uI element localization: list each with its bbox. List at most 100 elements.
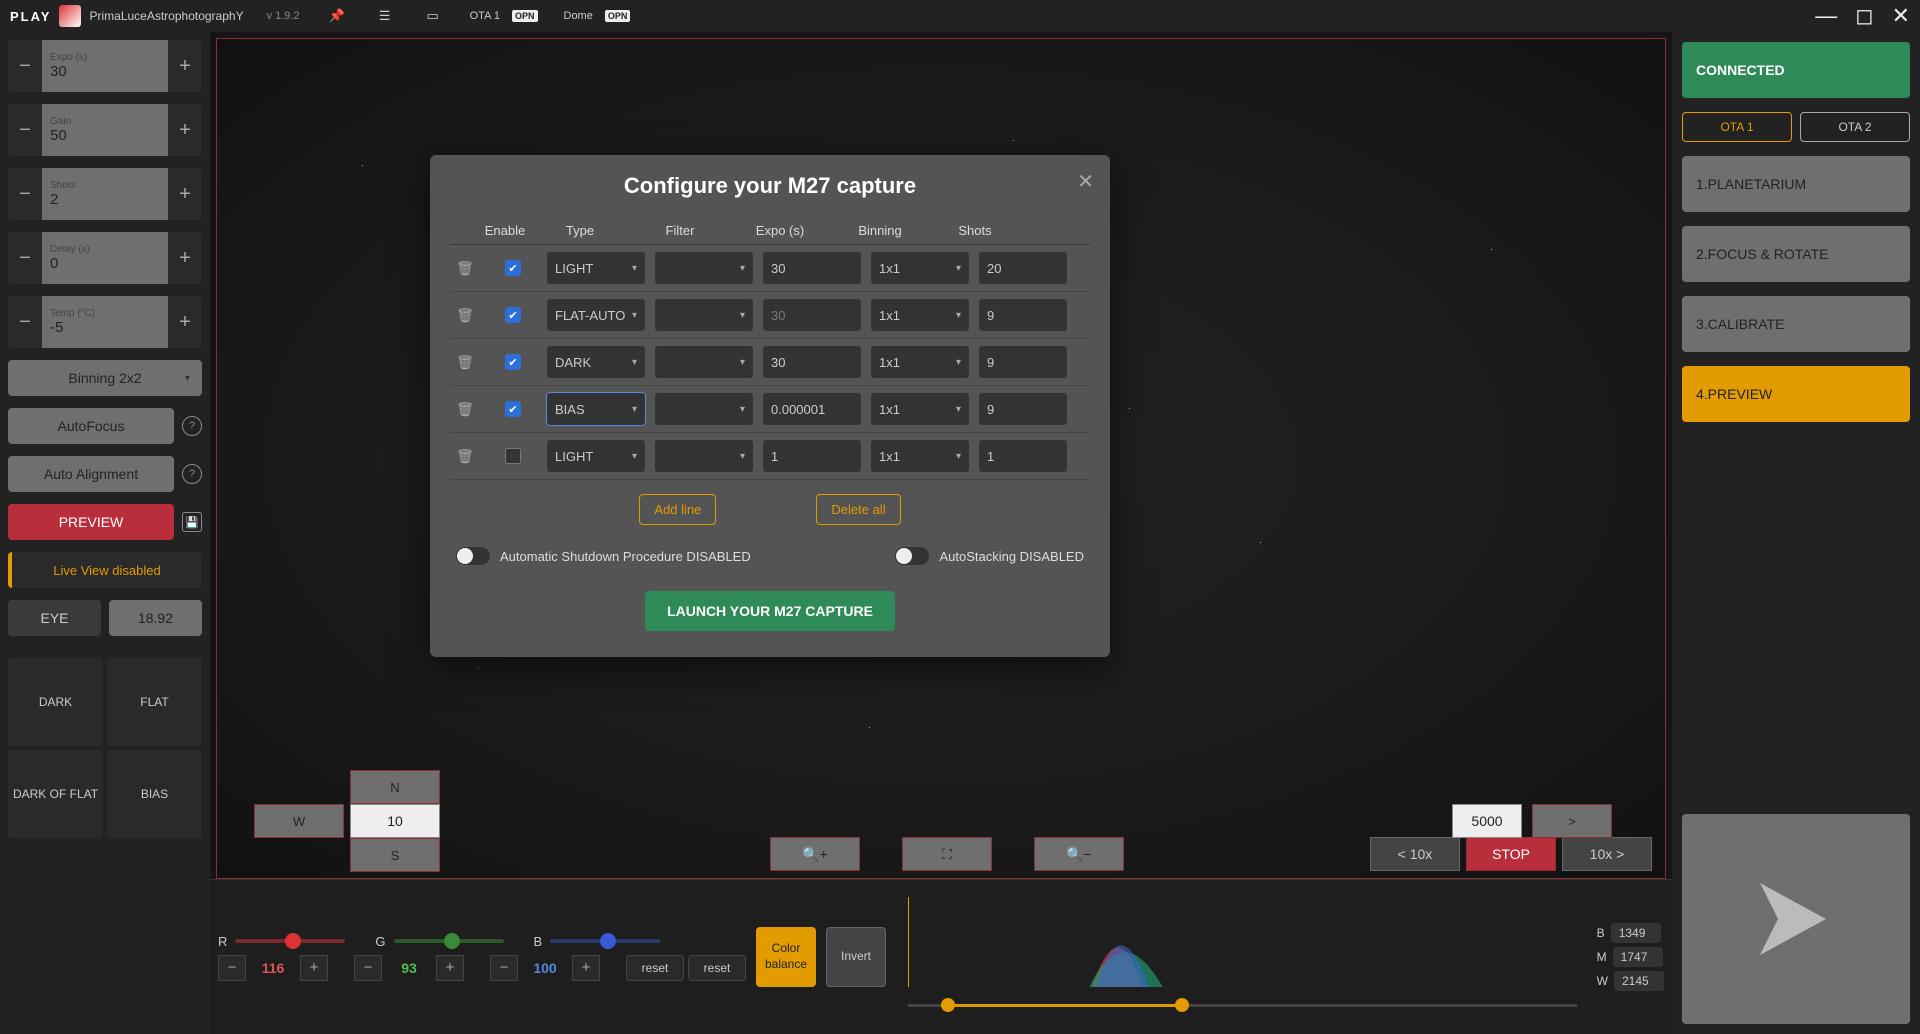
darkofflat-button[interactable]: DARK OF FLAT xyxy=(8,750,103,838)
connection-status[interactable]: CONNECTED xyxy=(1682,42,1910,98)
launch-capture-button[interactable]: LAUNCH YOUR M27 CAPTURE xyxy=(645,591,895,631)
nav-n[interactable]: N xyxy=(350,770,440,804)
settings-icon[interactable]: ☰ xyxy=(374,5,396,27)
zoom-in-icon[interactable]: 🔍+ xyxy=(770,837,860,871)
reset-all-button[interactable]: reset xyxy=(688,955,746,981)
expo-minus[interactable]: − xyxy=(8,40,42,92)
enable-checkbox[interactable]: ✔ xyxy=(505,307,521,323)
nav-w[interactable]: W xyxy=(254,804,344,838)
speed-value[interactable]: 5000 xyxy=(1452,804,1522,838)
expo-input[interactable]: 1 xyxy=(762,439,862,473)
card-icon[interactable]: ▭ xyxy=(422,5,444,27)
filter-select[interactable]: ▾ xyxy=(654,392,754,426)
nav-e[interactable]: > xyxy=(1532,804,1612,838)
g-minus[interactable]: − xyxy=(354,955,382,981)
delay-minus[interactable]: − xyxy=(8,232,42,284)
enable-checkbox[interactable] xyxy=(505,448,521,464)
enable-checkbox[interactable]: ✔ xyxy=(505,260,521,276)
gain-plus[interactable]: + xyxy=(168,104,202,156)
autostack-toggle[interactable] xyxy=(895,547,929,565)
tab-ota2[interactable]: OTA 2 xyxy=(1800,112,1910,142)
step-calibrate[interactable]: 3.CALIBRATE xyxy=(1682,296,1910,352)
nav-step-value[interactable]: 10 xyxy=(350,804,440,838)
fullscreen-icon[interactable]: ⛶ xyxy=(902,837,992,871)
bias-button[interactable]: BIAS xyxy=(107,750,202,838)
temp-minus[interactable]: − xyxy=(8,296,42,348)
liveview-toggle[interactable]: Live View disabled xyxy=(8,552,202,588)
step-planetarium[interactable]: 1.PLANETARIUM xyxy=(1682,156,1910,212)
shots-plus[interactable]: + xyxy=(168,168,202,220)
shots-input[interactable]: 9 xyxy=(978,392,1068,426)
filter-select[interactable]: ▾ xyxy=(654,251,754,285)
expo-value[interactable]: 30 xyxy=(50,63,160,80)
r-plus[interactable]: + xyxy=(300,955,328,981)
eye-value[interactable]: 18.92 xyxy=(109,600,202,636)
expo-input[interactable]: 30 xyxy=(762,345,862,379)
shots-input[interactable]: 9 xyxy=(978,345,1068,379)
speed-dec[interactable]: < 10x xyxy=(1370,837,1460,871)
trash-icon[interactable]: 🗑 xyxy=(456,260,474,277)
type-select[interactable]: FLAT-AUTO▾ xyxy=(546,298,646,332)
nav-s[interactable]: S xyxy=(350,838,440,872)
modal-close-icon[interactable]: ✕ xyxy=(1077,169,1094,194)
temp-value[interactable]: -5 xyxy=(50,319,160,336)
r-minus[interactable]: − xyxy=(218,955,246,981)
enable-checkbox[interactable]: ✔ xyxy=(505,401,521,417)
b-slider[interactable] xyxy=(550,939,660,943)
tab-ota1[interactable]: OTA 1 xyxy=(1682,112,1792,142)
g-plus[interactable]: + xyxy=(436,955,464,981)
binning-select[interactable]: Binning 2x2▾ xyxy=(8,360,202,396)
type-select[interactable]: BIAS▾ xyxy=(546,392,646,426)
color-balance-button[interactable]: Color balance xyxy=(756,927,816,987)
help-icon[interactable]: ? xyxy=(182,464,202,484)
shots-minus[interactable]: − xyxy=(8,168,42,220)
maximize-icon[interactable]: ◻ xyxy=(1855,3,1873,29)
speed-inc[interactable]: 10x > xyxy=(1562,837,1652,871)
step-focus[interactable]: 2.FOCUS & ROTATE xyxy=(1682,226,1910,282)
help-icon[interactable]: ? xyxy=(182,416,202,436)
expo-plus[interactable]: + xyxy=(168,40,202,92)
stop-button[interactable]: STOP xyxy=(1466,837,1556,871)
filter-select[interactable]: ▾ xyxy=(654,345,754,379)
binning-select[interactable]: 1x1▾ xyxy=(870,439,970,473)
expo-input[interactable]: 0.000001 xyxy=(762,392,862,426)
temp-plus[interactable]: + xyxy=(168,296,202,348)
pin-icon[interactable]: 📌 xyxy=(326,5,348,27)
shots-input[interactable]: 1 xyxy=(978,439,1068,473)
filter-select[interactable]: ▾ xyxy=(654,439,754,473)
filter-select[interactable]: ▾ xyxy=(654,298,754,332)
shots-input[interactable]: 9 xyxy=(978,298,1068,332)
close-window-icon[interactable]: ✕ xyxy=(1892,3,1910,29)
type-select[interactable]: DARK▾ xyxy=(546,345,646,379)
type-select[interactable]: LIGHT▾ xyxy=(546,439,646,473)
autofocus-button[interactable]: AutoFocus xyxy=(8,408,174,444)
b-minus[interactable]: − xyxy=(490,955,518,981)
gain-value[interactable]: 50 xyxy=(50,127,160,144)
save-icon[interactable]: 💾 xyxy=(182,512,202,532)
binning-select[interactable]: 1x1▾ xyxy=(870,251,970,285)
auto-shutdown-toggle[interactable] xyxy=(456,547,490,565)
b-plus[interactable]: + xyxy=(572,955,600,981)
preview-button[interactable]: PREVIEW xyxy=(8,504,174,540)
trash-icon[interactable]: 🗑 xyxy=(456,401,474,418)
binning-select[interactable]: 1x1▾ xyxy=(870,298,970,332)
zoom-out-icon[interactable]: 🔍− xyxy=(1034,837,1124,871)
binning-select[interactable]: 1x1▾ xyxy=(870,345,970,379)
autoalign-button[interactable]: Auto Alignment xyxy=(8,456,174,492)
trash-icon[interactable]: 🗑 xyxy=(456,448,474,465)
delay-plus[interactable]: + xyxy=(168,232,202,284)
delay-value[interactable]: 0 xyxy=(50,255,160,272)
enable-checkbox[interactable]: ✔ xyxy=(505,354,521,370)
step-preview[interactable]: 4.PREVIEW xyxy=(1682,366,1910,422)
binning-select[interactable]: 1x1▾ xyxy=(870,392,970,426)
type-select[interactable]: LIGHT▾ xyxy=(546,251,646,285)
expo-input[interactable]: 30 xyxy=(762,251,862,285)
reset-rgb-button[interactable]: reset xyxy=(626,955,684,981)
g-slider[interactable] xyxy=(394,939,504,943)
minimize-icon[interactable]: — xyxy=(1815,3,1837,29)
histogram-range[interactable] xyxy=(908,995,1577,1017)
trash-icon[interactable]: 🗑 xyxy=(456,307,474,324)
delete-all-button[interactable]: Delete all xyxy=(816,494,900,525)
invert-button[interactable]: Invert xyxy=(826,927,886,987)
gain-minus[interactable]: − xyxy=(8,104,42,156)
